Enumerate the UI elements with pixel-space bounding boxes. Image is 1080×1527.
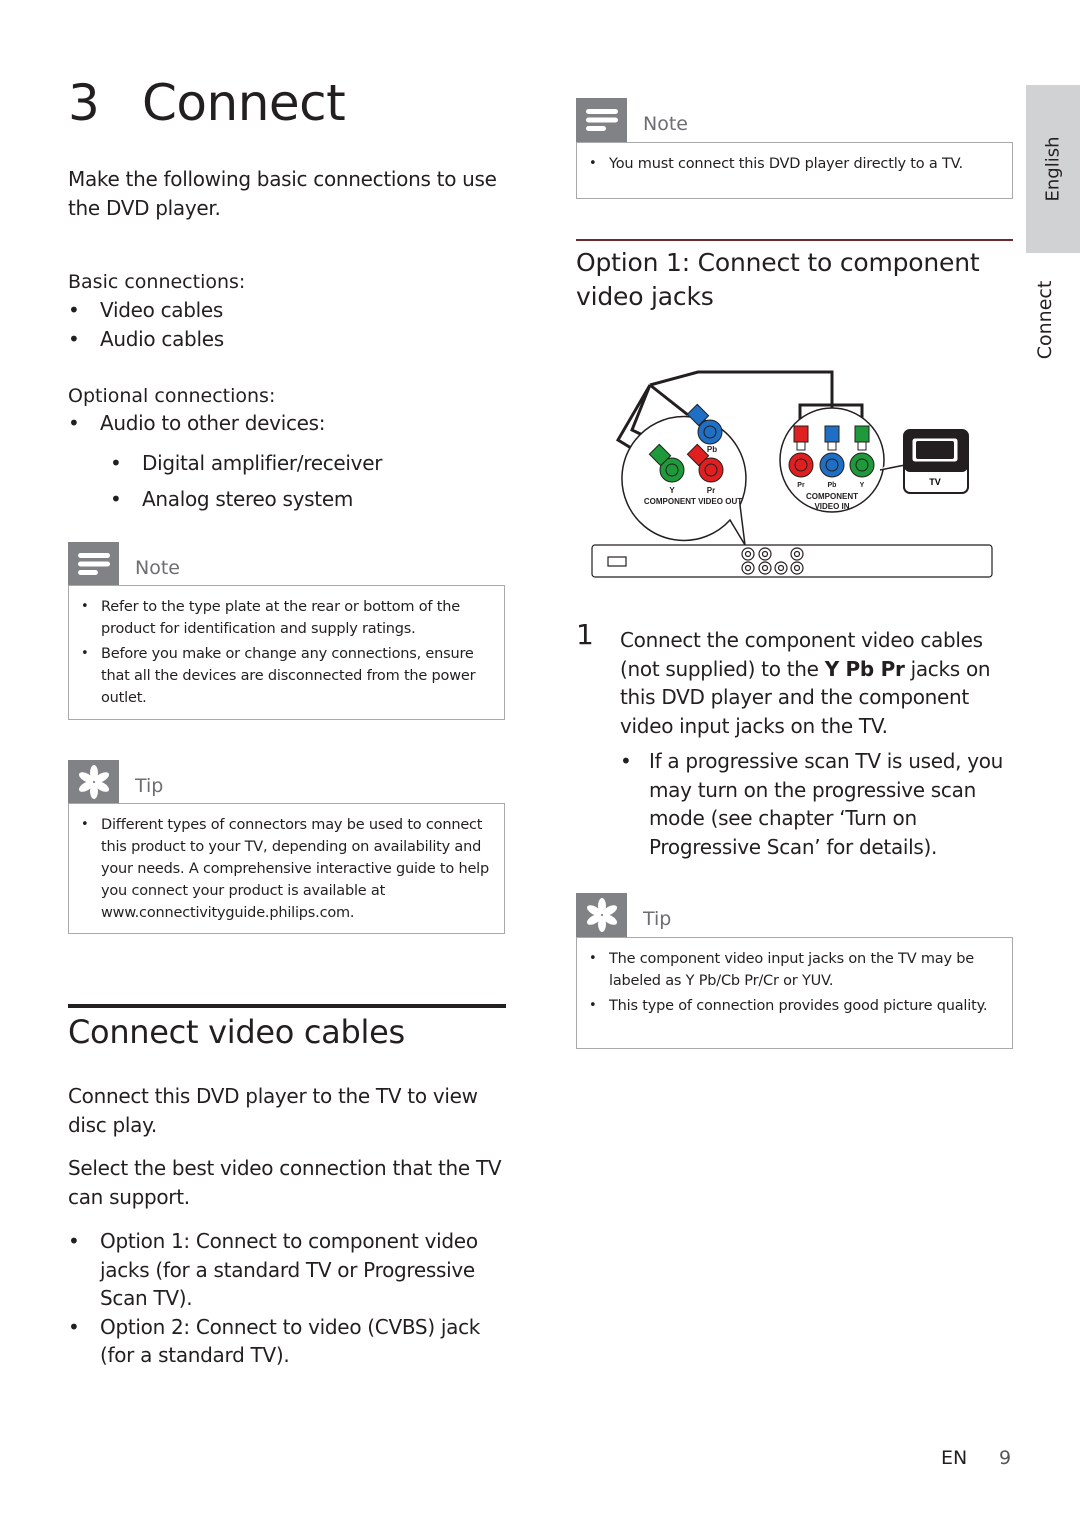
option-item: Option 2: Connect to video (CVBS) jack (… [68, 1313, 508, 1370]
label-y-in: Y [860, 482, 865, 489]
note-header: Note [576, 98, 688, 142]
language-tab[interactable]: English [1026, 85, 1080, 253]
label-pb-in: Pb [828, 482, 837, 489]
intro-text: Make the following basic connections to … [68, 167, 497, 220]
section-para-1: Connect this DVD player to the TV to vie… [68, 1084, 478, 1137]
note-title: Note [643, 113, 688, 135]
note-header: Note [68, 542, 180, 586]
label-pb: Pb [707, 445, 717, 454]
tip-item: Different types of connectors may be use… [81, 814, 494, 924]
note-item: You must connect this DVD player directl… [589, 153, 1002, 175]
note-item: Refer to the type plate at the rear or b… [81, 596, 494, 640]
tip-item: The component video input jacks on the T… [589, 948, 1002, 992]
note-box: You must connect this DVD player directl… [576, 142, 1013, 199]
list-item: Analog stereo system [110, 481, 382, 517]
option-label: Option 2: [100, 1314, 190, 1339]
option-label: Option 1: [100, 1229, 190, 1253]
tip-box: The component video input jacks on the T… [576, 937, 1013, 1049]
section-heading: Connect video cables [68, 1013, 405, 1051]
basic-list: Video cables Audio cables [68, 296, 224, 353]
option1-heading: Option 1: Connect to component video jac… [576, 248, 980, 311]
note-icon [68, 542, 119, 586]
basic-heading: Basic connections: [68, 271, 246, 293]
tip-header: Tip [576, 893, 671, 937]
step-sublist: If a progressive scan TV is used, you ma… [620, 747, 1015, 861]
optional-heading: Optional connections: [68, 385, 276, 407]
jack-y-in [849, 452, 875, 478]
page-title: Connect [142, 74, 346, 132]
jack-pb [697, 419, 723, 445]
callout-out [621, 415, 747, 546]
plug [854, 425, 870, 443]
label-y: Y [669, 486, 675, 495]
asterisk-icon [68, 760, 119, 804]
list-item: If a progressive scan TV is used, you ma… [620, 747, 1015, 861]
step-text: Connect the component video cables (not … [620, 626, 1015, 740]
label-in-1: COMPONENT [806, 492, 858, 501]
step-number: 1 [576, 618, 594, 651]
connection-diagram: TV Pb Y Pr COMPONENT VIDEO OUT Pr Pb Y C… [591, 370, 993, 578]
label-pr: Pr [707, 486, 715, 495]
note-title: Note [135, 557, 180, 579]
label-pr-in: Pr [797, 482, 805, 489]
note-icon [576, 98, 627, 142]
plug [824, 425, 840, 443]
tip-item: This type of connection provides good pi… [589, 995, 1002, 1017]
label-out: COMPONENT VIDEO OUT [644, 497, 742, 506]
label-in-2: VIDEO IN [814, 502, 849, 511]
note-box: Refer to the type plate at the rear or b… [68, 585, 505, 720]
section-rule [68, 1004, 506, 1008]
list-item: Audio to other devices: [68, 409, 326, 438]
section-rule [576, 239, 1013, 241]
options-list: Option 1: Connect to component video jac… [68, 1227, 508, 1370]
optional-list: Audio to other devices: [68, 409, 326, 438]
step-text-bold: Y Pb Pr [824, 656, 905, 681]
asterisk-icon [576, 893, 627, 937]
option-item: Option 1: Connect to component video jac… [68, 1227, 508, 1313]
tip-header: Tip [68, 760, 163, 804]
footer-lang: EN [941, 1447, 968, 1469]
jack-pb-in [819, 452, 845, 478]
optional-sublist: Digital amplifier/receiver Analog stereo… [110, 445, 382, 517]
page-number: 9 [999, 1447, 1012, 1469]
tv-label: TV [929, 477, 941, 487]
language-tab-label: English [1042, 136, 1064, 202]
note-item: Before you make or change any connection… [81, 643, 494, 709]
cable [649, 383, 689, 417]
chapter-number: 3 [68, 74, 100, 132]
cable [649, 370, 834, 416]
section-para-2: Select the best video connection that th… [68, 1156, 502, 1209]
tip-title: Tip [135, 775, 164, 797]
tip-title: Tip [643, 908, 672, 930]
list-item: Digital amplifier/receiver [110, 445, 382, 481]
list-item: Audio cables [68, 325, 224, 354]
jack-pr-in [788, 452, 814, 478]
tip-box: Different types of connectors may be use… [68, 803, 505, 934]
section-tab-label: Connect [1034, 280, 1056, 360]
plug [793, 425, 809, 443]
list-item: Video cables [68, 296, 224, 325]
